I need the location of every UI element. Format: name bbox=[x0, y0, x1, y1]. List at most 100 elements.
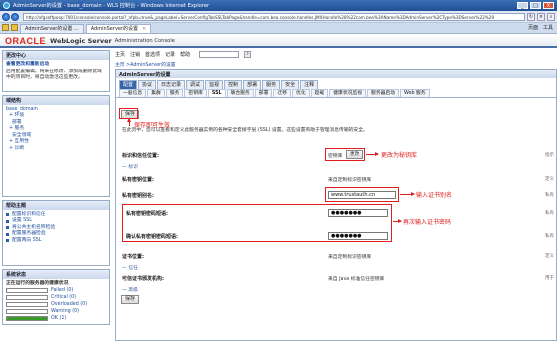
config-tab[interactable]: 安全 bbox=[281, 80, 300, 89]
config-subtab[interactable]: 密钥库 bbox=[184, 89, 207, 97]
config-subtab[interactable]: 超载 bbox=[310, 89, 329, 97]
save-annotation-arrow bbox=[127, 118, 131, 126]
health-label[interactable]: Warning (0) bbox=[51, 308, 79, 315]
system-status-title: 系统状态 bbox=[3, 269, 109, 279]
config-tab[interactable]: 部署 bbox=[243, 80, 262, 89]
config-subtab[interactable]: 服务器启动 bbox=[367, 89, 400, 97]
settings-panel: AdminServer的设置 配置 协议 日志记录 调试 监视 控制 部署 服务 安全 注释 一般… bbox=[115, 69, 557, 341]
url-field[interactable]: http://xfgsoftpoop:7001/console/console.… bbox=[23, 12, 525, 21]
stop-icon[interactable]: × bbox=[537, 12, 545, 21]
change-highlight-box bbox=[325, 148, 365, 161]
console-search-input[interactable] bbox=[199, 51, 240, 58]
home-link[interactable]: 主页 bbox=[115, 51, 125, 58]
advanced-section[interactable]: — 高级 bbox=[122, 286, 138, 293]
health-bar bbox=[6, 316, 48, 321]
maximize-button[interactable]: □ bbox=[530, 2, 541, 9]
tab-close-icon[interactable]: × bbox=[142, 25, 146, 34]
right-note: 定义 bbox=[545, 254, 554, 259]
main-area: 主页 注销 首选项 记录 帮助 ⌕ 主页 >AdminServer的设置 Adm… bbox=[112, 50, 557, 344]
save-button-bottom[interactable]: 保存 bbox=[121, 295, 140, 304]
health-label[interactable]: OK (1) bbox=[51, 315, 66, 322]
search-go-icon[interactable]: ⌕ bbox=[244, 51, 252, 58]
minimize-button[interactable]: _ bbox=[517, 2, 528, 9]
browser-tabbar: AdminServer的设置 ... AdminServer的设置 × 页面 工具 bbox=[0, 23, 557, 34]
trust-section[interactable]: — 信任 bbox=[122, 264, 138, 271]
page-menu[interactable]: 页面 bbox=[528, 24, 538, 33]
right-note: 用于 bbox=[545, 276, 554, 281]
product-name: WebLogic Server bbox=[50, 36, 112, 45]
config-subtab[interactable]: 部署 bbox=[254, 89, 273, 97]
help-link[interactable]: 配置两向 SSL bbox=[12, 238, 41, 245]
help-item[interactable]: 配置两向 SSL bbox=[6, 238, 106, 245]
add-favorites-icon[interactable] bbox=[11, 24, 18, 31]
console-toolbar: 主页 注销 首选项 记录 帮助 ⌕ bbox=[112, 50, 557, 59]
change-center-title: 更改中心 bbox=[3, 51, 109, 60]
health-bar-fill bbox=[7, 317, 47, 320]
help-title: 帮助主题 bbox=[3, 200, 109, 210]
cert-location-value: 来自定制标识密钥库 bbox=[328, 255, 372, 260]
config-tab[interactable]: 监视 bbox=[205, 80, 224, 89]
config-subtab[interactable]: Web 服务 bbox=[400, 89, 430, 97]
refresh-icon[interactable]: ↻ bbox=[527, 12, 535, 21]
close-button[interactable]: X bbox=[543, 2, 554, 9]
config-subtab[interactable]: SSL bbox=[207, 89, 226, 97]
config-tab[interactable]: 日志记录 bbox=[157, 80, 186, 89]
product-subtitle: Administration Console bbox=[114, 37, 175, 44]
tree-item-diagnostics[interactable]: + 诊断 bbox=[6, 146, 106, 153]
help-link[interactable]: 帮助 bbox=[180, 51, 190, 58]
config-tab[interactable]: 协议 bbox=[138, 80, 157, 89]
health-label[interactable]: Critical (0) bbox=[51, 294, 76, 301]
health-row: OK (1) bbox=[6, 315, 106, 322]
config-subtab[interactable]: 健康状况监视 bbox=[329, 89, 367, 97]
config-subtab[interactable]: 一般信息 bbox=[119, 89, 147, 97]
config-tab[interactable]: 配置 bbox=[119, 80, 138, 89]
preferences-link[interactable]: 首选项 bbox=[145, 51, 160, 58]
change-annotation: 更改为秘钥库 bbox=[381, 152, 418, 159]
privkey-location-label: 私有密钥位置: bbox=[122, 177, 155, 183]
bullet-icon bbox=[6, 226, 9, 230]
favorites-star-icon[interactable] bbox=[2, 24, 9, 31]
browser-tab-1[interactable]: AdminServer的设置 ... bbox=[20, 24, 84, 33]
password-highlight-box bbox=[122, 204, 392, 242]
tools-menu[interactable]: 工具 bbox=[543, 24, 553, 33]
config-subtab[interactable]: 集群 bbox=[147, 89, 165, 97]
search-icon[interactable]: ⌕ bbox=[547, 12, 555, 21]
config-subtab[interactable]: 迁移 bbox=[273, 89, 292, 97]
health-label[interactable]: Failed (0) bbox=[51, 287, 73, 294]
change-center-text: 启用配置编辑。将来在修改、添加或删除此域中的项目时，将自动激活这些更改。 bbox=[6, 68, 102, 81]
config-tab[interactable]: 控制 bbox=[224, 80, 243, 89]
change-center-panel: 更改中心 查看更改和重新启动 启用配置编辑。将来在修改、添加或删除此域中的项目时… bbox=[2, 50, 110, 92]
forward-icon[interactable]: › bbox=[11, 12, 19, 21]
health-label[interactable]: Overloaded (0) bbox=[51, 301, 87, 308]
alias-highlight-box bbox=[325, 187, 399, 202]
health-bar bbox=[6, 295, 48, 300]
right-note: 私有 bbox=[545, 234, 554, 239]
identity-section[interactable]: — 标识 bbox=[122, 163, 138, 170]
browser-tab-label: AdminServer的设置 bbox=[90, 25, 139, 32]
browser-tab-2[interactable]: AdminServer的设置 × bbox=[85, 24, 152, 34]
config-subtab[interactable]: 服务 bbox=[165, 89, 184, 97]
alias-annotation-arrow bbox=[400, 192, 415, 196]
browser-tools: 页面 工具 bbox=[528, 24, 557, 33]
alias-annotation: 输入证书别名 bbox=[416, 192, 453, 199]
health-row: Warning (0) bbox=[6, 308, 106, 315]
health-row: Critical (0) bbox=[6, 294, 106, 301]
password-annotation: 再次输入证书密码 bbox=[403, 219, 452, 226]
config-tab[interactable]: 服务 bbox=[262, 80, 281, 89]
logout-link[interactable]: 注销 bbox=[130, 51, 140, 58]
app-header: ORACLE WebLogic Server Administration Co… bbox=[0, 35, 557, 48]
change-annotation-arrow bbox=[366, 152, 379, 156]
config-tab[interactable]: 调试 bbox=[186, 80, 205, 89]
config-tab[interactable]: 注释 bbox=[300, 80, 319, 89]
breadcrumb[interactable]: 主页 >AdminServer的设置 bbox=[112, 61, 557, 68]
right-note: 私有 bbox=[545, 193, 554, 198]
config-subtab[interactable]: 优化 bbox=[292, 89, 310, 97]
health-rows: Failed (0) Critical (0) Overloaded (0) Warn… bbox=[6, 287, 106, 322]
back-icon[interactable]: ‹ bbox=[2, 12, 10, 21]
config-subtab[interactable]: 联合服务 bbox=[226, 89, 254, 97]
domain-structure-title: 域结构 bbox=[3, 95, 109, 105]
help-panel: 帮助主题 配置标识和信任 设置 SSL 将公共主机名称检验 配置服务器检验 配置… bbox=[2, 199, 110, 266]
health-bar bbox=[6, 302, 48, 307]
privkey-location-value: 来自定制标识密钥库 bbox=[328, 178, 372, 183]
record-link[interactable]: 记录 bbox=[165, 51, 175, 58]
